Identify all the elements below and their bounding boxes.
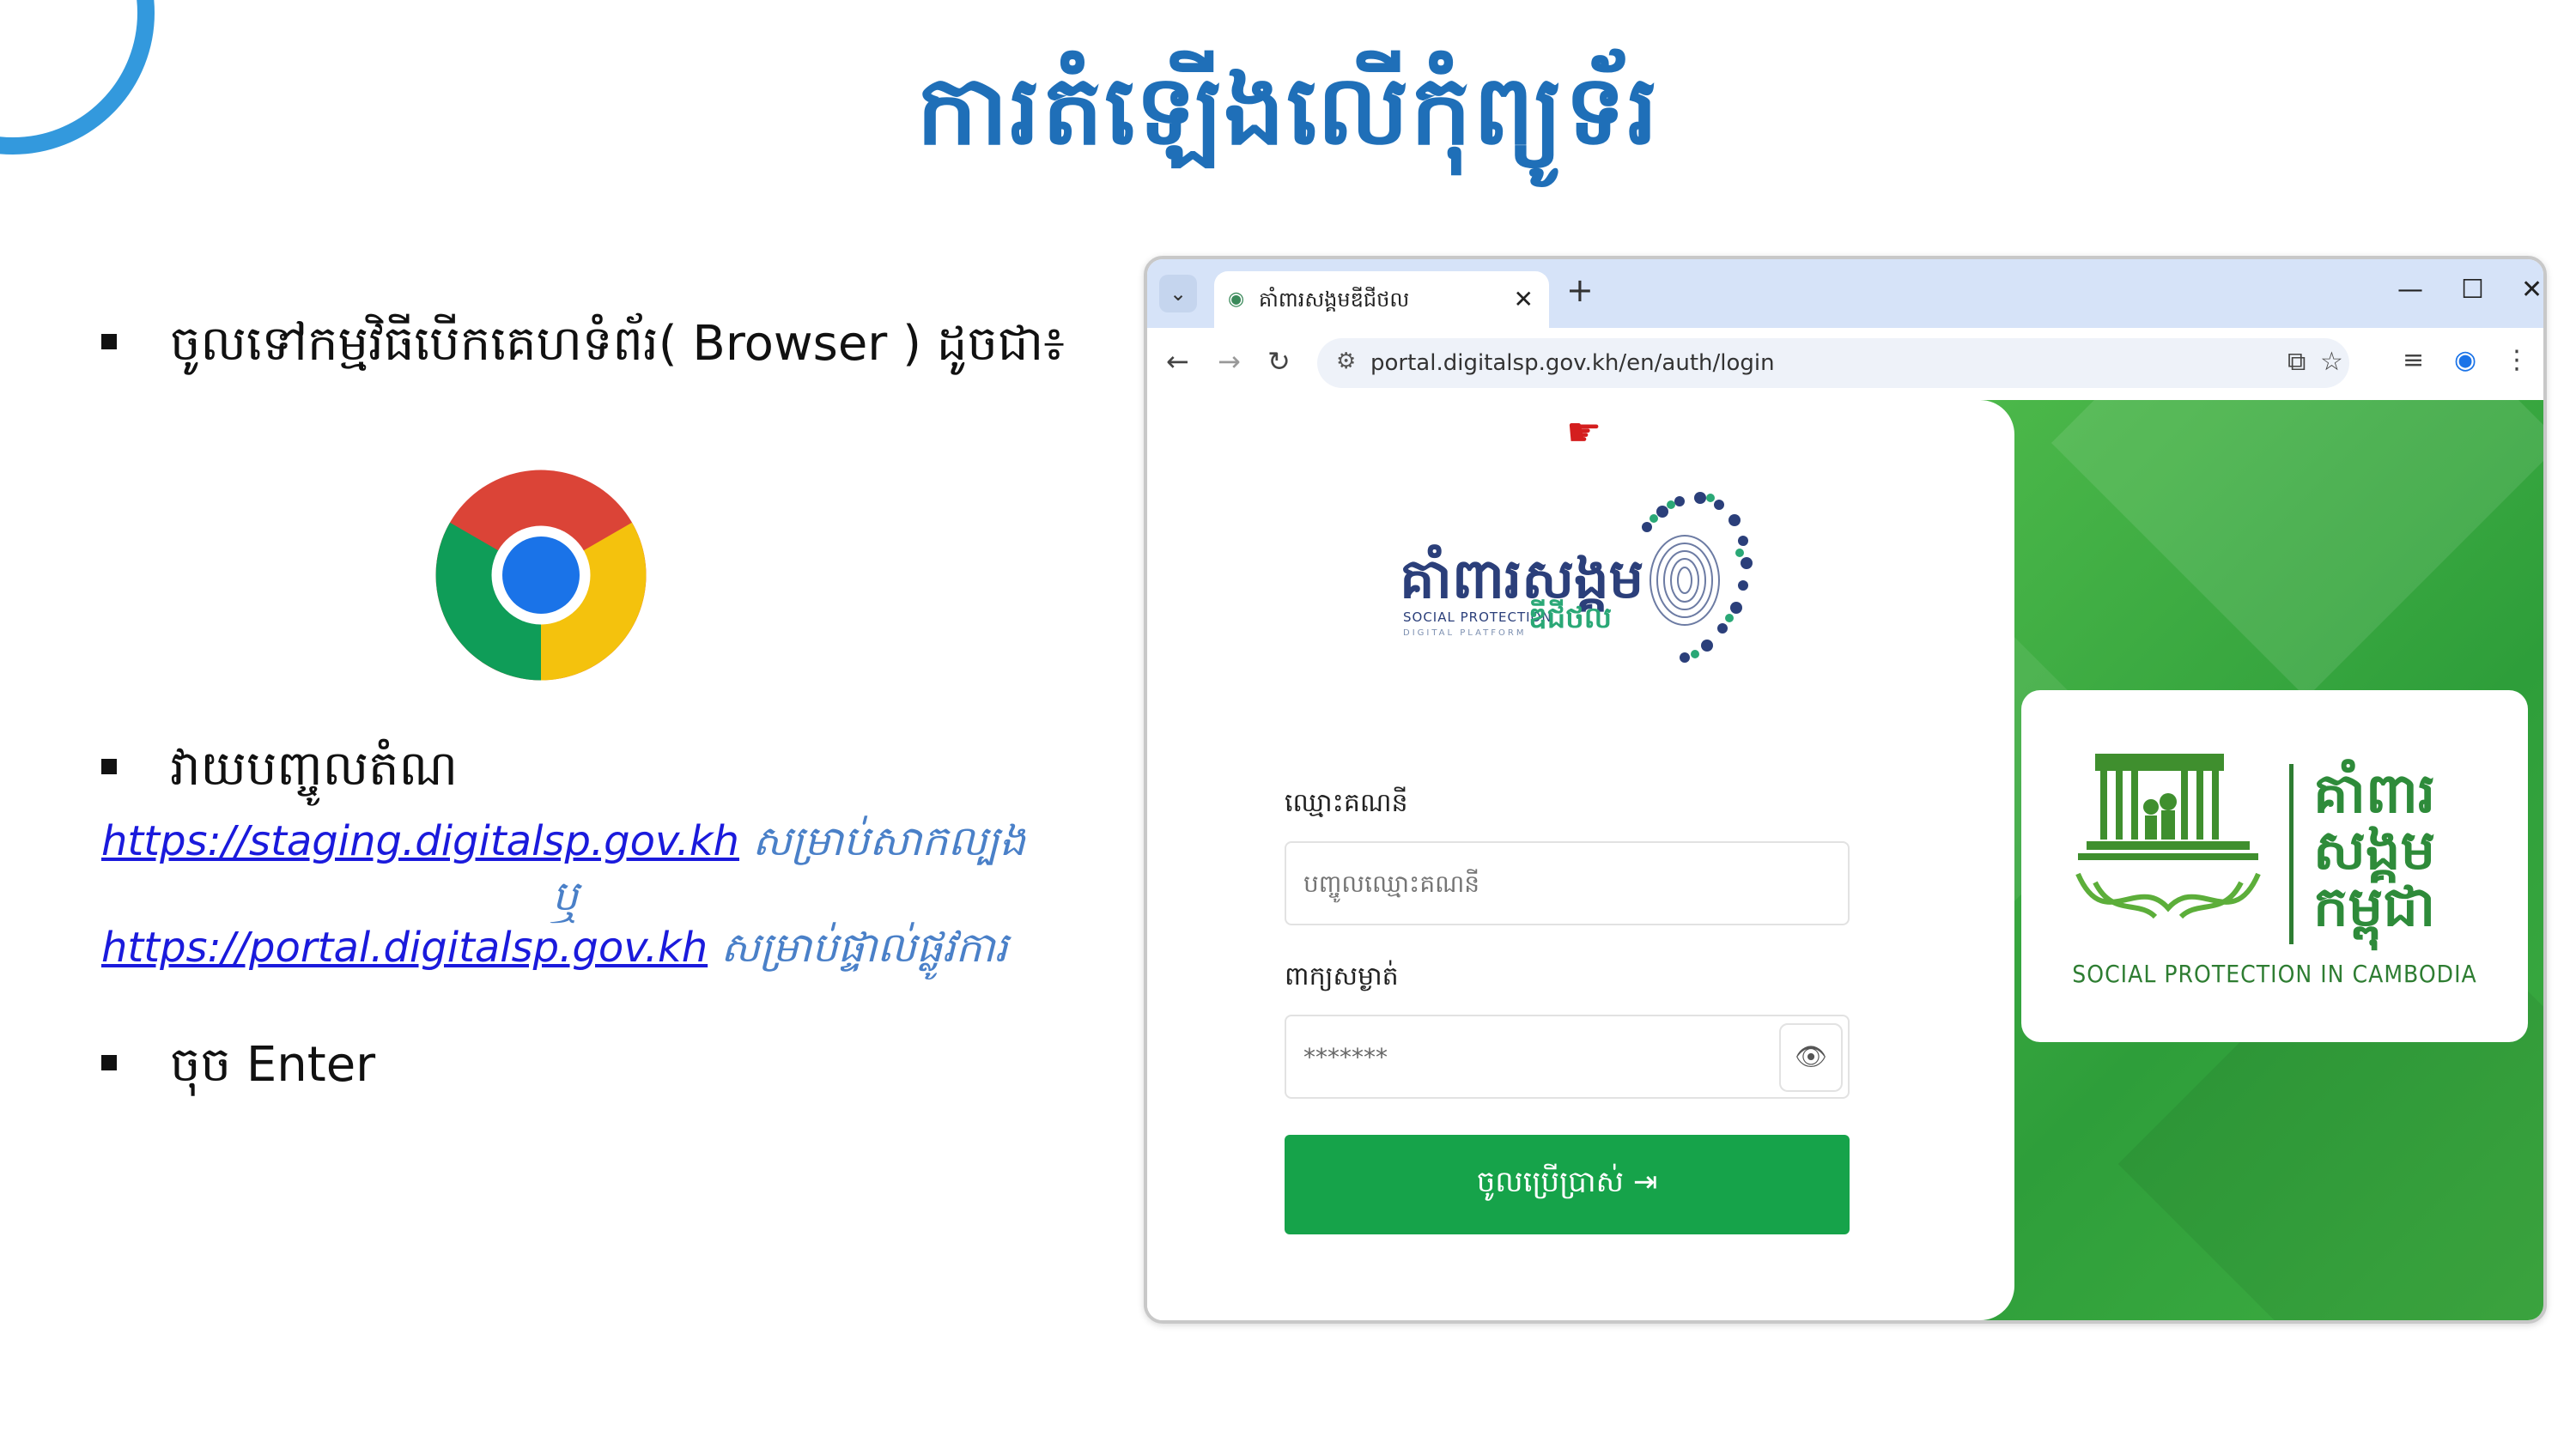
new-tab-button[interactable]: + <box>1566 271 1594 309</box>
portal-link[interactable]: https://portal.digitalsp.gov.kh <box>101 924 708 972</box>
bullet-open-browser: ចូលទៅកម្មវិធីបើកគេហទំព័រ( Browser ) ដូចជ… <box>101 313 1065 384</box>
tab-active[interactable]: ◉ គាំពារសង្គមឌីជីថល ✕ <box>1214 271 1549 328</box>
brand-divider <box>2289 764 2293 944</box>
tab-bar: ⌄ ◉ គាំពារសង្គមឌីជីថល ✕ + — ☐ ✕ <box>1147 259 2543 328</box>
brand-kh-text: គាំពារ សង្គម កម្ពុជា <box>2313 766 2485 936</box>
bullet-text: វាយបញ្ចូលតំណ <box>170 741 458 797</box>
install-icon[interactable]: ⧉ <box>2287 347 2306 377</box>
brand-kh-line3: កម្ពុជា <box>2313 876 2436 939</box>
username-input[interactable] <box>1285 841 1850 925</box>
staging-link[interactable]: https://staging.digitalsp.gov.kh <box>101 817 739 865</box>
link-row-staging: https://staging.digitalsp.gov.kh សម្រាប់… <box>101 815 1080 876</box>
star-icon[interactable]: ☆ <box>2320 347 2343 377</box>
reload-icon[interactable]: ↻ <box>1267 345 1291 378</box>
eye-icon[interactable]: 👁 <box>1779 1023 1843 1092</box>
hand-cursor-icon: ☛ <box>1566 409 1602 455</box>
bullet-text: ចូលទៅកម្មវិធីបើកគេហទំព័រ( Browser ) ដូចជ… <box>170 316 1065 372</box>
chrome-logo-icon <box>435 470 647 681</box>
forward-icon[interactable]: → <box>1218 345 1241 378</box>
close-icon[interactable]: ✕ <box>1514 285 1534 313</box>
favicon-icon: ◉ <box>1228 288 1245 310</box>
brand-en-text: SOCIAL PROTECTION IN CAMBODIA <box>2072 960 2477 988</box>
browser-window: ⌄ ◉ គាំពារសង្គមឌីជីថល ✕ + — ☐ ✕ ← → ↻ ⚙ … <box>1144 256 2547 1324</box>
login-button[interactable]: ចូលប្រើប្រាស់ ⇥ <box>1285 1135 1850 1234</box>
menu-icon[interactable]: ⋮ <box>2504 345 2530 375</box>
link-list: https://staging.digitalsp.gov.kh សម្រាប់… <box>101 815 1080 982</box>
bullet-press-enter: ចុច Enter <box>101 1034 375 1105</box>
bullet-icon <box>101 333 117 349</box>
window-close-icon[interactable]: ✕ <box>2521 275 2543 305</box>
minimize-icon[interactable]: — <box>2397 275 2423 305</box>
building-emblem-icon <box>2075 754 2261 919</box>
browser-toolbar: ← → ↻ ⚙ portal.digitalsp.gov.kh/en/auth/… <box>1147 328 2543 402</box>
profile-icon[interactable]: ◉ <box>2454 345 2476 375</box>
password-input[interactable] <box>1285 1015 1850 1099</box>
social-protection-brand-card: គាំពារ សង្គម កម្ពុជា SOCIAL PROTECTION I… <box>2021 690 2528 1042</box>
brand-kh-line2: សង្គម <box>2313 819 2436 882</box>
logo-kh2-text: ឌីជីថល <box>1528 601 1613 635</box>
password-field-wrap: 👁 <box>1285 1015 1850 1099</box>
address-bar[interactable]: ⚙ portal.digitalsp.gov.kh/en/auth/login … <box>1317 338 2349 388</box>
bullet-icon <box>101 1054 117 1070</box>
url-text[interactable]: portal.digitalsp.gov.kh/en/auth/login <box>1370 350 1775 376</box>
slide-title: ការតំឡើងលើកុំព្យូទ័រ <box>916 55 1660 167</box>
logo-en-subtext: DIGITAL PLATFORM <box>1403 628 1527 638</box>
bullet-icon <box>101 758 117 774</box>
decor-shape <box>2051 400 2543 698</box>
login-page: ☛ គាំពារសង្គម SOCIAL PROTECTION DIGITAL … <box>1147 400 2543 1320</box>
tune-icon[interactable]: ⚙ <box>1336 349 1356 374</box>
fingerprint-icon <box>1642 492 1753 663</box>
staging-note: សម្រាប់សាកល្បង <box>738 817 1026 865</box>
link-row-portal: https://portal.digitalsp.gov.kh សម្រាប់ផ… <box>101 922 1080 982</box>
chevron-down-icon: ⌄ <box>1169 282 1188 306</box>
bullet-text: ចុច Enter <box>170 1037 376 1093</box>
tab-title: គាំពារសង្គមឌីជីថល <box>1259 288 1410 312</box>
brand-kh-line1: គាំពារ <box>2313 762 2436 826</box>
back-icon[interactable]: ← <box>1166 345 1189 378</box>
password-label: ពាក្យសម្ងាត់ <box>1285 961 1399 991</box>
bullet-enter-link: វាយបញ្ចូលតំណ <box>101 738 458 809</box>
tab-search-button[interactable]: ⌄ <box>1159 275 1197 312</box>
login-form: ឈ្មោះគណនី ពាក្យសម្ងាត់ 👁 ចូលប្រើប្រាស់ ⇥ <box>1285 786 1850 1234</box>
portal-note: សម្រាប់ផ្ទាល់ផ្លូវការ <box>708 924 1008 972</box>
maximize-icon[interactable]: ☐ <box>2461 275 2484 305</box>
digital-platform-logo: គាំពារសង្គម SOCIAL PROTECTION DIGITAL PL… <box>1400 486 1760 683</box>
username-label: ឈ្មោះគណនី <box>1285 788 1408 818</box>
media-icon[interactable]: ≡ <box>2403 345 2424 375</box>
